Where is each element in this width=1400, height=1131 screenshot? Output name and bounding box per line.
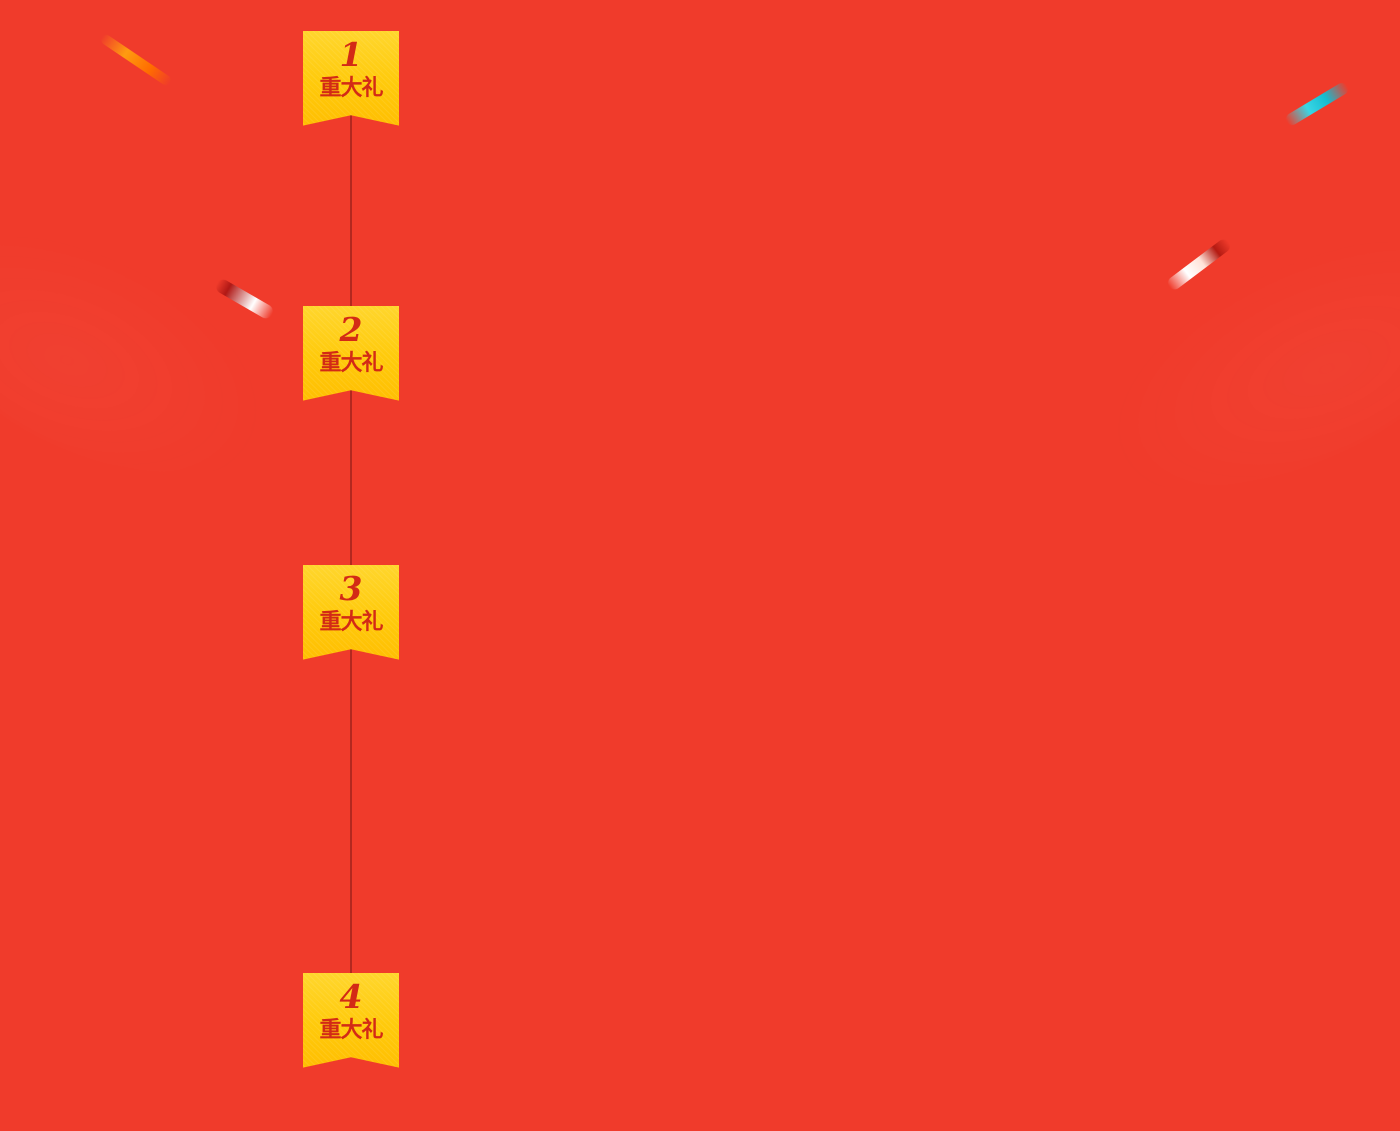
badge-label: 重大礼 bbox=[319, 1017, 383, 1043]
badge-label: 重大礼 bbox=[319, 350, 383, 376]
badge-label: 重大礼 bbox=[319, 75, 383, 101]
orange-confetti bbox=[99, 32, 173, 88]
badge-number: 1 bbox=[339, 35, 363, 74]
white-red-confetti-left bbox=[213, 277, 276, 321]
gift-badge-4[interactable]: 4 重大礼 bbox=[303, 973, 399, 1068]
timeline-line bbox=[350, 112, 352, 992]
cyan-confetti bbox=[1283, 80, 1351, 128]
white-red-confetti-right bbox=[1165, 237, 1233, 292]
badge-number: 4 bbox=[339, 977, 363, 1016]
background-glow-left bbox=[0, 186, 326, 524]
badge-number: 2 bbox=[339, 310, 363, 349]
badge-label: 重大礼 bbox=[319, 609, 383, 635]
badge-number: 3 bbox=[339, 569, 363, 608]
